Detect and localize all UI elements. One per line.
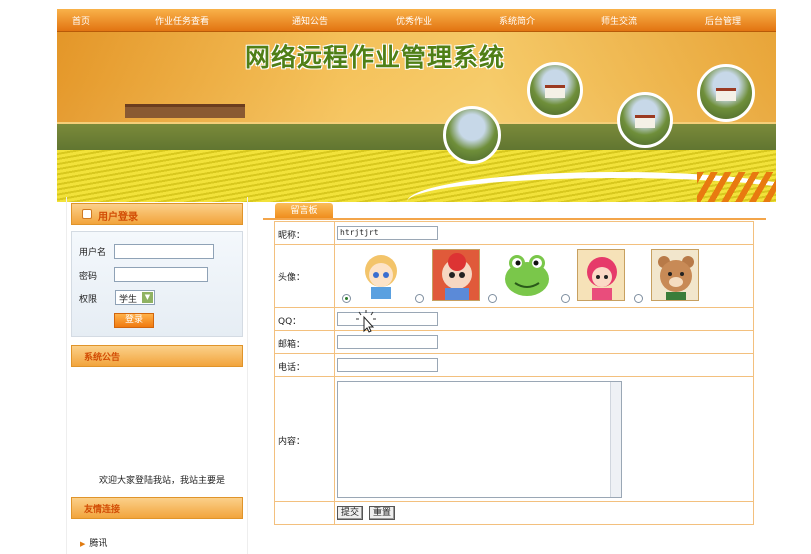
nickname-input[interactable]: htrjtjrt: [337, 226, 438, 240]
notice-panel-header: 系统公告: [71, 345, 243, 367]
nav-homework-tasks[interactable]: 作业任务查看: [155, 14, 209, 27]
bear-avatar[interactable]: [651, 249, 699, 301]
nav-admin[interactable]: 后台管理: [705, 14, 741, 27]
qq-label: QQ：: [278, 317, 302, 327]
avatar-label: 头像：: [278, 273, 306, 283]
nav-teacher-student-exchange[interactable]: 师生交流: [601, 14, 637, 27]
girl-avatar[interactable]: [357, 249, 405, 301]
avatar-radio-1[interactable]: [342, 294, 351, 303]
bullet-icon: ▶: [80, 540, 86, 548]
message-form: 昵称： htrjtjrt 头像： QQ： 邮箱： 电话： 内容： 提交 重置: [274, 221, 754, 525]
login-panel-header: 用户登录: [71, 203, 243, 225]
login-panel: 用户名 密码 权限 学生 ▼ 登录: [71, 231, 243, 337]
role-select-value: 学生: [119, 295, 138, 305]
top-nav: 首页 作业任务查看 通知公告 优秀作业 系统简介 师生交流 后台管理: [57, 9, 776, 32]
qq-row: QQ：: [275, 308, 753, 331]
chevron-down-icon: ▼: [142, 292, 153, 303]
tab-underline: [263, 218, 766, 220]
reset-button[interactable]: 重置: [369, 506, 396, 520]
links-title: 友情连接: [84, 505, 121, 515]
pink-girl-avatar[interactable]: [577, 249, 625, 301]
banner-photo-house: [527, 62, 583, 118]
button-row: 提交 重置: [275, 502, 753, 525]
avatar-radio-3[interactable]: [488, 294, 497, 303]
notice-marquee-text: 欢迎大家登陆我站，我站主要是: [99, 476, 226, 486]
banner-photo-school: [617, 92, 673, 148]
email-label: 邮箱：: [278, 340, 306, 350]
site-title: 网络远程作业管理系统: [245, 43, 506, 72]
nav-notices[interactable]: 通知公告: [292, 14, 328, 27]
avatar-radio-4[interactable]: [561, 294, 570, 303]
lock-icon: [82, 209, 92, 219]
banner-stripes: [697, 172, 776, 202]
banner: 网络远程作业管理系统: [57, 32, 776, 202]
nav-system-intro[interactable]: 系统简介: [499, 14, 535, 27]
nav-home[interactable]: 首页: [72, 14, 90, 27]
content-label: 内容：: [278, 437, 306, 447]
password-input[interactable]: [114, 267, 208, 282]
links-panel-header: 友情连接: [71, 497, 243, 519]
banner-photo-landscape: [443, 106, 501, 164]
submit-button[interactable]: 提交: [337, 506, 364, 520]
content-row: 内容：: [275, 377, 753, 502]
nickname-label: 昵称：: [278, 231, 306, 241]
username-label: 用户名: [79, 248, 107, 258]
phone-input[interactable]: [337, 358, 438, 372]
login-title: 用户登录: [98, 212, 138, 223]
phone-label: 电话：: [278, 363, 306, 373]
password-label: 密码: [79, 272, 98, 282]
avatar-row: 头像：: [275, 245, 753, 308]
notice-panel: 欢迎大家登陆我站，我站主要是: [71, 369, 243, 487]
message-board-tab[interactable]: 留言板: [275, 203, 333, 219]
avatar-radio-5[interactable]: [634, 294, 643, 303]
nickname-row: 昵称： htrjtjrt: [275, 222, 753, 245]
mouse-cursor-icon: [356, 310, 376, 333]
frog-avatar[interactable]: [503, 249, 551, 301]
role-label: 权限: [79, 295, 98, 305]
login-button[interactable]: 登录: [114, 313, 154, 328]
email-input[interactable]: [337, 335, 438, 349]
notice-title: 系统公告: [84, 353, 121, 363]
content-textarea[interactable]: [337, 381, 622, 498]
email-row: 邮箱：: [275, 331, 753, 354]
content-scrollbar[interactable]: [610, 382, 621, 497]
role-select[interactable]: 学生 ▼: [115, 290, 155, 305]
phone-row: 电话：: [275, 354, 753, 377]
doll-avatar[interactable]: [432, 249, 480, 301]
qq-input[interactable]: [337, 312, 438, 326]
banner-photo-villa: [697, 64, 755, 122]
username-input[interactable]: [114, 244, 214, 259]
avatar-radio-2[interactable]: [415, 294, 424, 303]
link-item[interactable]: ▶ 腾讯: [80, 536, 107, 549]
nav-excellent-homework[interactable]: 优秀作业: [396, 14, 432, 27]
link-label: 腾讯: [89, 539, 108, 549]
banner-building: [125, 104, 245, 118]
